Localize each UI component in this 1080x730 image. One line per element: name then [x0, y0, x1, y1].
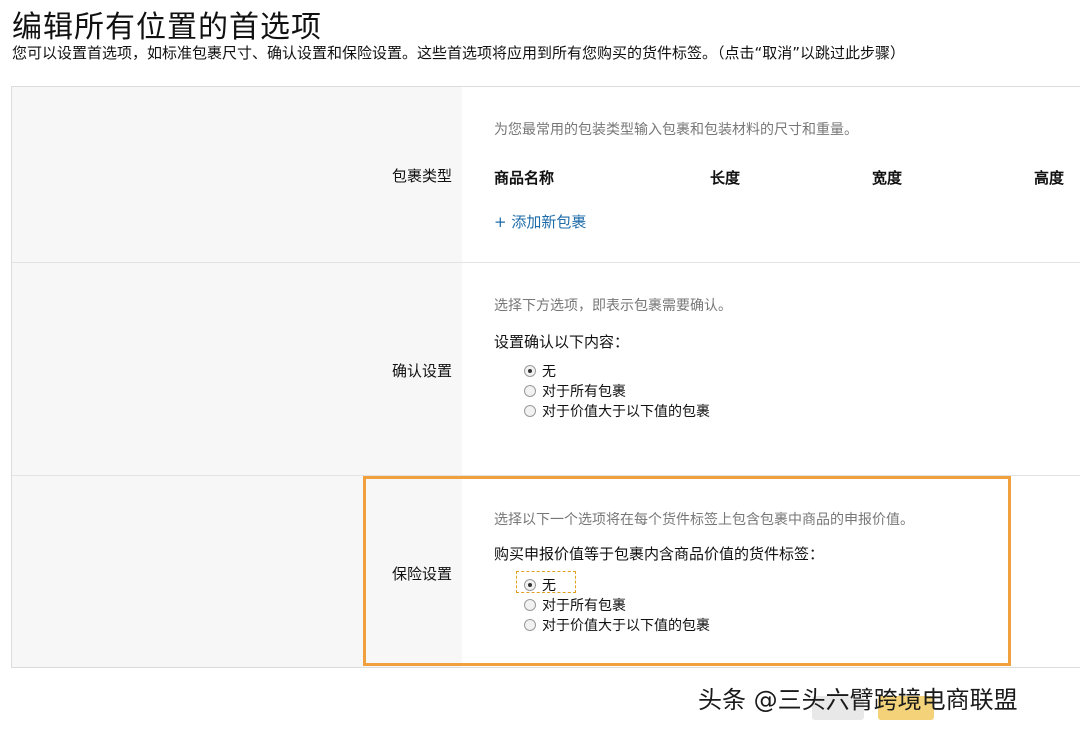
row-divider — [12, 262, 1080, 263]
radio-icon[interactable] — [524, 385, 536, 397]
column-header-width: 宽度 — [872, 169, 903, 187]
column-header-length: 长度 — [710, 169, 741, 187]
radio-icon[interactable] — [524, 405, 536, 417]
page-title: 编辑所有位置的首选项 — [12, 10, 322, 45]
package-description: 为您最常用的包装类型输入包裹和包装材料的尺寸和重量。 — [494, 122, 858, 138]
watermark-text: 头条 @三头六臂跨境电商联盟 — [698, 686, 1018, 714]
column-header-product-name: 商品名称 — [494, 169, 555, 187]
confirmation-option-none[interactable]: 无 — [524, 361, 556, 381]
confirmation-option-all-packages[interactable]: 对于所有包裹 — [524, 381, 626, 401]
column-header-height: 高度 — [1034, 169, 1065, 187]
focus-outline — [516, 571, 576, 593]
confirmation-question: 设置确认以下内容： — [494, 333, 630, 351]
confirmation-option-value-above[interactable]: 对于价值大于以下值的包裹 — [524, 401, 710, 421]
confirmation-settings-label: 确认设置 — [391, 362, 452, 380]
option-label: 对于所有包裹 — [542, 384, 626, 400]
add-new-package-link[interactable]: + 添加新包裹 — [494, 211, 586, 232]
insurance-highlight-frame — [363, 476, 1011, 666]
option-label: 对于价值大于以下值的包裹 — [542, 404, 710, 420]
package-type-label: 包裹类型 — [391, 167, 452, 185]
confirmation-description: 选择下方选项，即表示包裹需要确认。 — [494, 298, 732, 314]
radio-selected-icon[interactable] — [524, 365, 536, 377]
page-subtitle: 您可以设置首选项，如标准包裹尺寸、确认设置和保险设置。这些首选项将应用到所有您购… — [12, 44, 906, 62]
option-label: 无 — [542, 364, 556, 380]
